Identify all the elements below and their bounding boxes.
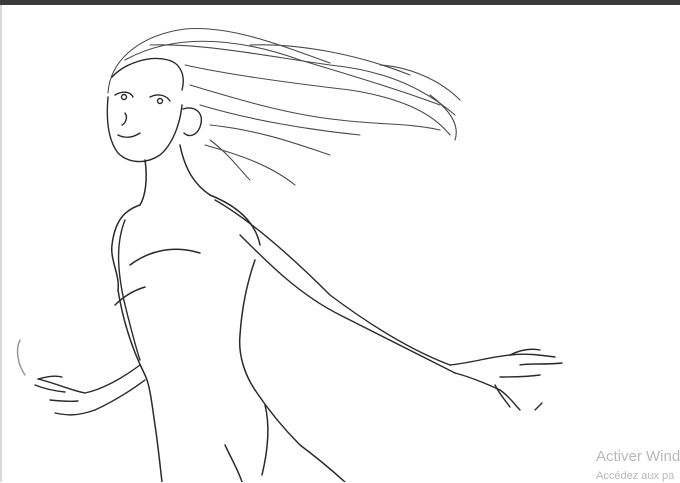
drawing-canvas[interactable] bbox=[0, 5, 680, 482]
left-arm-strokes bbox=[16, 219, 146, 416]
hair-strokes bbox=[107, 27, 461, 186]
body-strokes bbox=[111, 144, 346, 482]
sketch-figure bbox=[16, 27, 563, 482]
right-arm-strokes bbox=[214, 199, 563, 411]
head-strokes bbox=[106, 57, 202, 163]
